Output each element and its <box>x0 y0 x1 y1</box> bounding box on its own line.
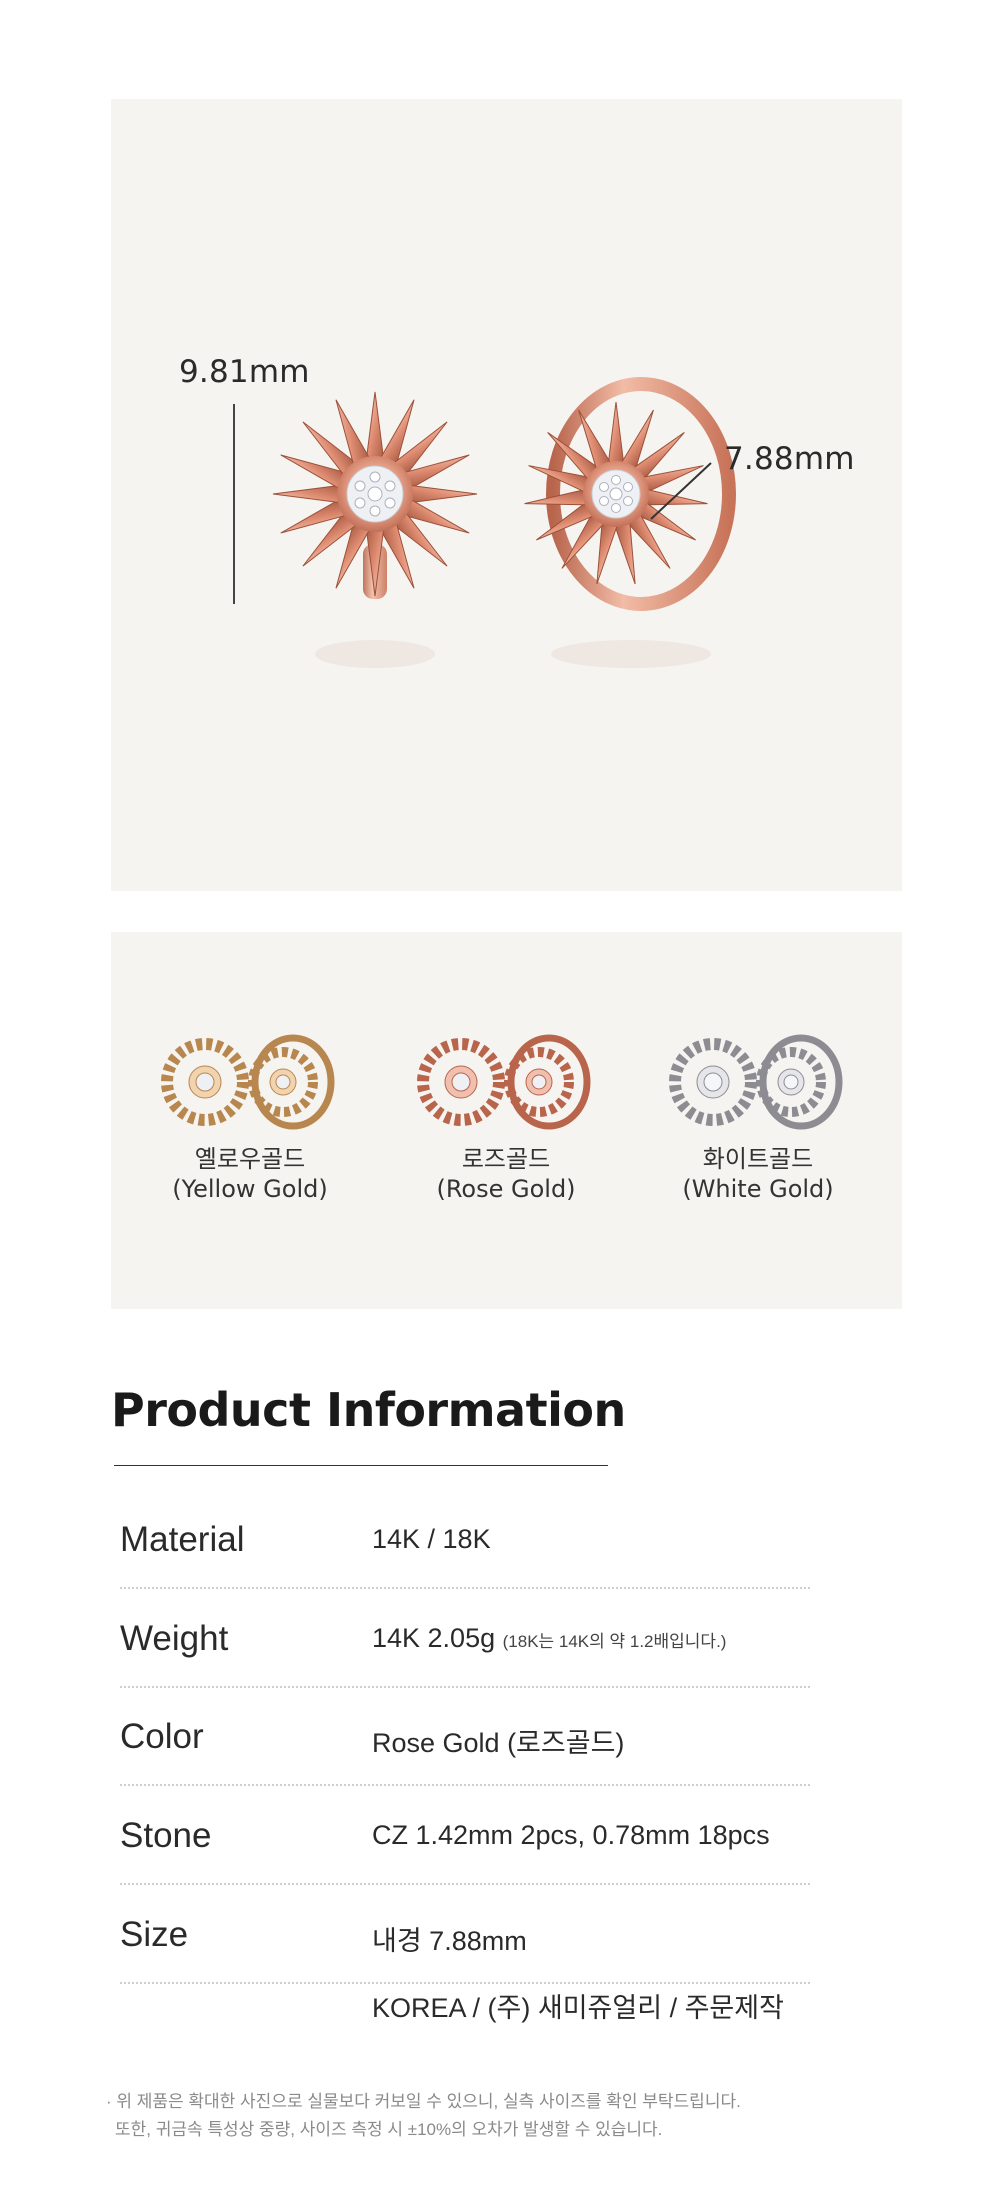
yellow-gold-earring-thumbnail <box>161 1034 335 1130</box>
info-label: Color <box>120 1717 204 1756</box>
origin-manufacturer: KOREA / (주) 새미쥬얼리 / 주문제작 <box>372 1993 784 2023</box>
white-gold-earring-thumbnail <box>669 1034 843 1130</box>
color-option-rose-gold: 로즈골드 (Rose Gold) <box>396 1030 616 1204</box>
info-label: Material <box>120 1520 245 1559</box>
product-information-title: Product Information <box>111 1383 626 1437</box>
product-image-panel: 9.81mm 7.88mm <box>111 99 902 891</box>
info-value: Rose Gold (로즈골드) <box>372 1728 625 1758</box>
earring-front-view <box>272 391 478 599</box>
info-row-material: Material 14K / 18K <box>120 1510 810 1610</box>
info-row-weight: Weight 14K 2.05g (18K는 14K의 약 1.2배입니다.) <box>120 1609 810 1709</box>
info-value: 14K / 18K <box>372 1524 491 1554</box>
title-divider <box>114 1465 608 1466</box>
color-name-en: (White Gold) <box>682 1175 834 1203</box>
info-value: 14K 2.05g (18K는 14K의 약 1.2배입니다.) <box>372 1623 726 1654</box>
row-divider <box>120 1686 810 1688</box>
earring-photo <box>272 377 736 668</box>
notice-line-1: · 위 제품은 확대한 사진으로 실물보다 커보일 수 있으니, 실측 사이즈를… <box>106 2092 741 2111</box>
info-label: Stone <box>120 1816 212 1855</box>
notice-line-2: 또한, 귀금속 특성상 중량, 사이즈 측정 시 ±10%의 오차가 발생할 수… <box>115 2120 663 2139</box>
color-name-ko: 화이트골드 <box>702 1145 814 1173</box>
row-divider <box>120 1883 810 1885</box>
color-options-panel: 옐로우골드 (Yellow Gold) 로즈골드 (Rose Gold) 화이트… <box>111 932 902 1309</box>
color-option-white-gold: 화이트골드 (White Gold) <box>648 1030 868 1204</box>
color-name-ko: 로즈골드 <box>461 1145 551 1173</box>
color-name-ko: 옐로우골드 <box>194 1145 306 1173</box>
color-option-yellow-gold: 옐로우골드 (Yellow Gold) <box>140 1030 360 1204</box>
earring-side-view <box>524 377 736 611</box>
info-value: CZ 1.42mm 2pcs, 0.78mm 18pcs <box>372 1820 770 1850</box>
color-name-en: (Rose Gold) <box>436 1175 576 1203</box>
weight-value: 14K 2.05g <box>372 1623 496 1653</box>
info-row-stone: Stone CZ 1.42mm 2pcs, 0.78mm 18pcs <box>120 1806 810 1906</box>
info-label: Size <box>120 1915 189 1954</box>
color-name-en: (Yellow Gold) <box>172 1175 328 1203</box>
weight-note: (18K는 14K의 약 1.2배입니다.) <box>502 1632 727 1651</box>
rose-gold-earring-thumbnail <box>417 1034 591 1130</box>
info-value: 내경 7.88mm <box>372 1926 527 1956</box>
inner-diameter-label: 7.88mm <box>724 441 855 477</box>
info-row-color: Color Rose Gold (로즈골드) <box>120 1707 810 1807</box>
row-divider <box>120 1784 810 1786</box>
row-divider <box>120 1587 810 1589</box>
row-divider <box>120 1982 810 1984</box>
info-label: Weight <box>120 1619 229 1658</box>
